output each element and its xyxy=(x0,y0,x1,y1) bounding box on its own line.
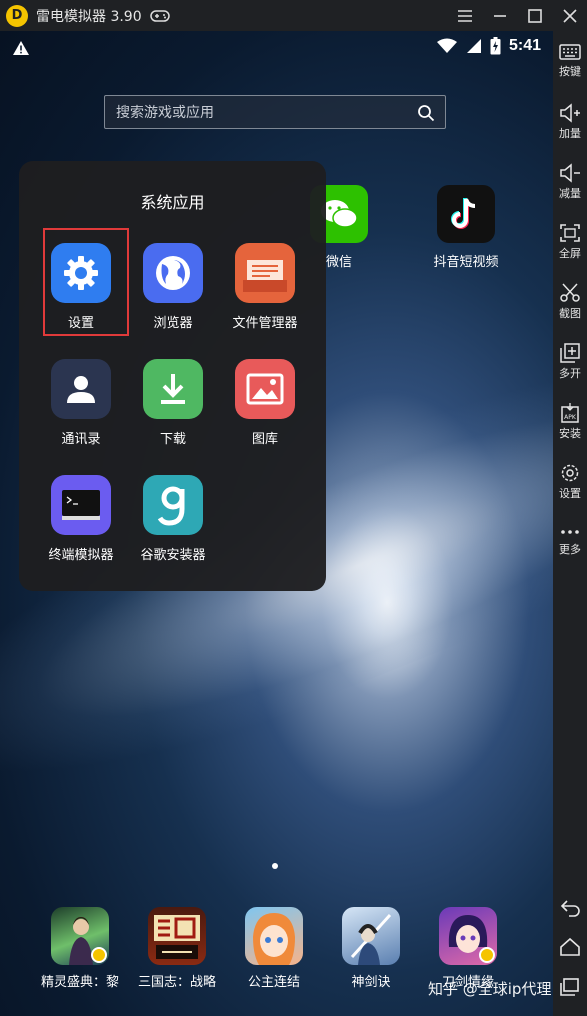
apk-install-icon: APK xyxy=(561,403,579,423)
app-label: 通讯录 xyxy=(61,432,101,447)
toolbar-label: 减量 xyxy=(559,187,581,200)
system-apps-folder: 系统应用 设置 浏览器 文件管理器 通讯录 下载 图库 终端模拟器 谷歌安装器 xyxy=(19,161,326,591)
nav-recent-button[interactable] xyxy=(553,977,587,999)
game-sanguo-icon xyxy=(148,907,206,965)
toolbar-keymap[interactable]: 按键 xyxy=(553,43,587,79)
toolbar-volume-up[interactable]: 加量 xyxy=(553,103,587,141)
maximize-button[interactable] xyxy=(517,0,552,31)
toolbar-install-apk[interactable]: APK 安装 xyxy=(553,403,587,441)
toolbar-label: 全屏 xyxy=(559,247,581,260)
dock-app-sanguo[interactable]: 三国志：战略 xyxy=(129,907,225,990)
google-installer-icon xyxy=(143,475,203,535)
app-label: 精灵盛典：黎 xyxy=(40,975,119,990)
volume-up-icon xyxy=(560,103,580,123)
dock-app-sword[interactable]: 神剑诀 xyxy=(323,907,419,990)
toolbar-screenshot[interactable]: 截图 xyxy=(553,283,587,321)
app-file-manager[interactable]: 文件管理器 xyxy=(215,243,315,331)
app-label: 文件管理器 xyxy=(232,316,298,331)
app-label: 抖音短视频 xyxy=(433,255,499,270)
folder-title: 系统应用 xyxy=(140,193,205,212)
status-clock: 5:41 xyxy=(508,37,541,54)
multi-instance-icon xyxy=(560,343,580,363)
volume-down-icon xyxy=(560,163,580,183)
dock-app-princess[interactable]: 公主连结 xyxy=(226,907,322,990)
toolbar-label: 加量 xyxy=(559,127,581,140)
game-badge-icon xyxy=(479,947,495,963)
emulator-toolbar: 按键 加量 减量 全屏 截图 多开 APK 安装 设置 更多 xyxy=(553,31,587,1016)
toolbar-label: 设置 xyxy=(559,487,581,500)
toolbar-more[interactable]: 更多 xyxy=(553,525,587,557)
wifi-icon xyxy=(436,38,457,53)
app-label: 下载 xyxy=(159,432,186,447)
terminal-icon xyxy=(51,475,111,535)
app-browser[interactable]: 浏览器 xyxy=(123,243,223,331)
dock-app-elf[interactable]: 精灵盛典：黎 xyxy=(32,907,128,990)
game-sword-icon xyxy=(342,907,400,965)
download-icon xyxy=(143,359,203,419)
nav-home-button[interactable] xyxy=(553,937,587,959)
app-label: 公主连结 xyxy=(247,975,300,990)
app-label: 浏览器 xyxy=(153,316,193,331)
keyboard-icon xyxy=(559,44,581,60)
nav-back-button[interactable] xyxy=(553,897,587,919)
toolbar-label: 安装 xyxy=(559,427,581,440)
battery-charging-icon xyxy=(490,37,501,55)
game-blade-icon xyxy=(439,907,497,965)
svg-text:APK: APK xyxy=(564,414,577,421)
app-label: 神剑诀 xyxy=(351,975,391,990)
toolbar-volume-down[interactable]: 减量 xyxy=(553,163,587,201)
app-label: 图库 xyxy=(251,432,278,447)
android-screen: 5:41 搜索游戏或应用 微信 抖音短视频 系统应用 设置 浏览器 文件管理器 … xyxy=(0,31,553,1016)
window-title: 雷电模拟器 3.90 xyxy=(36,8,142,25)
toolbar-label: 截图 xyxy=(559,307,581,320)
app-gallery[interactable]: 图库 xyxy=(215,359,315,447)
scissors-icon xyxy=(560,283,580,302)
app-terminal[interactable]: 终端模拟器 xyxy=(31,475,131,563)
toolbar-fullscreen[interactable]: 全屏 xyxy=(553,223,587,261)
app-logo-icon: D xyxy=(6,4,28,27)
app-contacts[interactable]: 通讯录 xyxy=(31,359,131,447)
close-button[interactable] xyxy=(552,0,587,31)
more-dots-icon xyxy=(561,530,579,534)
gallery-icon xyxy=(235,359,295,419)
toolbar-label: 更多 xyxy=(559,543,581,556)
title-bar: D 雷电模拟器 3.90 xyxy=(0,0,587,31)
game-elf-icon xyxy=(51,907,109,965)
search-placeholder: 搜索游戏或应用 xyxy=(116,105,214,121)
game-badge-icon xyxy=(91,947,107,963)
app-label: 谷歌安装器 xyxy=(140,548,206,563)
search-bar[interactable]: 搜索游戏或应用 xyxy=(104,95,446,129)
file-manager-icon xyxy=(235,243,295,303)
tiktok-icon xyxy=(437,185,495,243)
toolbar-label: 多开 xyxy=(559,367,581,380)
recent-apps-icon xyxy=(560,978,579,996)
fullscreen-icon xyxy=(560,224,580,242)
desktop-app-tiktok[interactable]: 抖音短视频 xyxy=(416,185,516,270)
app-download[interactable]: 下载 xyxy=(123,359,223,447)
contacts-icon xyxy=(51,359,111,419)
back-icon xyxy=(560,900,580,917)
app-google-installer[interactable]: 谷歌安装器 xyxy=(123,475,223,563)
game-princess-icon xyxy=(245,907,303,965)
search-icon[interactable] xyxy=(417,104,435,122)
app-label: 终端模拟器 xyxy=(48,548,114,563)
signal-icon xyxy=(466,39,481,53)
gamepad-icon[interactable] xyxy=(149,9,170,23)
app-label: 三国志：战略 xyxy=(137,975,216,990)
settings-icon xyxy=(561,464,579,482)
status-bar: 5:41 xyxy=(0,31,553,65)
toolbar-label: 按键 xyxy=(559,65,581,78)
warning-icon xyxy=(13,41,29,55)
watermark-text: 知乎 @全球ip代理 xyxy=(428,980,552,998)
browser-globe-icon xyxy=(143,243,203,303)
menu-button[interactable] xyxy=(447,0,482,31)
minimize-button[interactable] xyxy=(482,0,517,31)
page-indicator xyxy=(272,863,278,869)
home-icon xyxy=(560,937,580,956)
app-label: 微信 xyxy=(325,255,352,270)
toolbar-multi-instance[interactable]: 多开 xyxy=(553,343,587,381)
toolbar-settings[interactable]: 设置 xyxy=(553,463,587,501)
settings-highlight-box xyxy=(43,228,129,336)
